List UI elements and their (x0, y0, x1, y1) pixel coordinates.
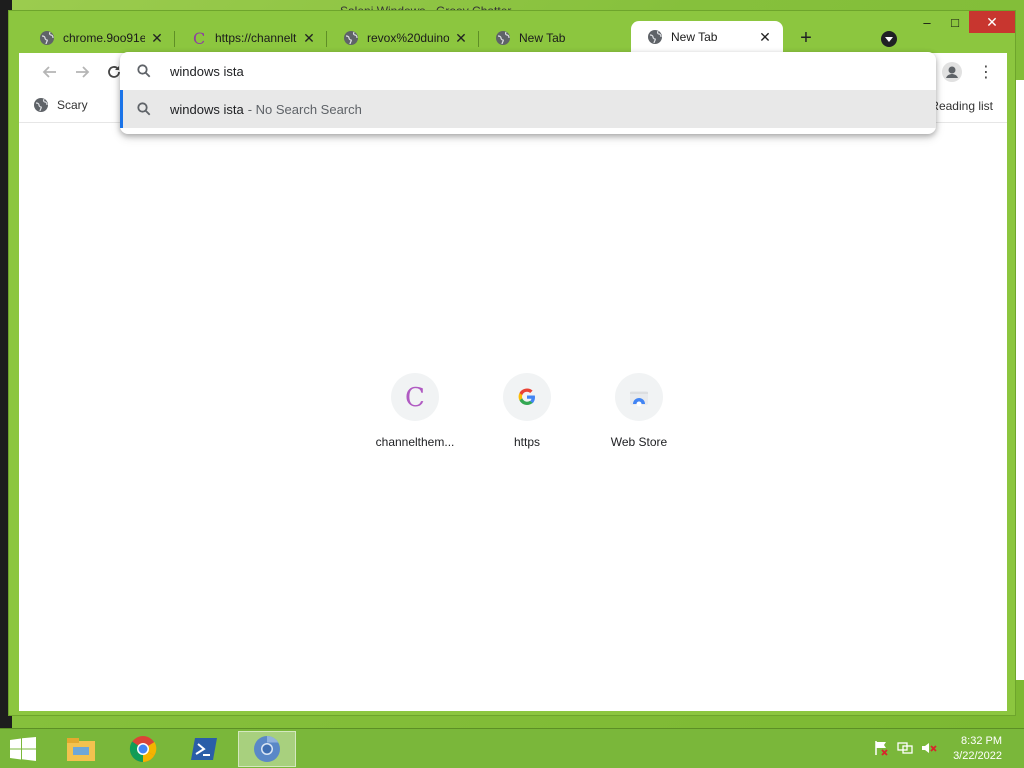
volume-muted-icon[interactable] (920, 739, 938, 757)
tab-close-icon[interactable]: ✕ (453, 30, 469, 47)
forward-arrow-icon[interactable] (71, 61, 93, 83)
globe-icon (495, 30, 511, 46)
channel-c-icon: C (391, 373, 439, 421)
shortcut-https[interactable]: https (471, 373, 583, 449)
suggestion-text: windows ista (170, 101, 244, 117)
new-tab-button[interactable]: + (791, 23, 821, 53)
taskbar: 8:32 PM 3/22/2022 (0, 728, 1024, 768)
shortcut-web-store[interactable]: Web Store (583, 373, 695, 449)
suggestion-subtext: - No Search Search (247, 101, 362, 117)
taskbar-clock[interactable]: 8:32 PM 3/22/2022 (953, 734, 1002, 764)
close-window-button[interactable]: ✕ (969, 11, 1015, 33)
globe-icon (343, 30, 359, 46)
reading-list-button[interactable]: Reading list (930, 99, 993, 113)
channel-c-icon: C (191, 30, 207, 46)
back-arrow-icon[interactable] (39, 61, 61, 83)
webstore-icon (615, 373, 663, 421)
network-icon[interactable] (896, 739, 914, 757)
chrome-icon[interactable] (114, 731, 172, 767)
tab-title: New Tab (671, 30, 718, 44)
windows-start-icon[interactable] (8, 737, 38, 761)
clock-time: 8:32 PM (961, 735, 1002, 747)
clock-date: 3/22/2022 (953, 750, 1002, 762)
maximize-button[interactable]: □ (941, 11, 969, 33)
shortcut-label: https (513, 435, 540, 449)
chromium-icon[interactable] (238, 731, 296, 767)
powershell-icon[interactable] (176, 731, 234, 767)
search-icon (136, 63, 152, 79)
tab-search-icon[interactable] (879, 29, 899, 49)
bookmark-label: Scary (57, 98, 88, 112)
action-center-flag-icon[interactable] (872, 739, 890, 757)
tab-title: revox%20duinocollective (367, 31, 449, 45)
omnibox-suggestion[interactable]: windows ista - No Search Search (120, 90, 936, 128)
globe-icon (39, 30, 55, 46)
system-tray (872, 739, 938, 757)
tab-title: chrome.9oo91e.com (63, 31, 145, 45)
tab-new-tab-active[interactable]: New Tab ✕ (631, 21, 783, 53)
shortcut-channelthemes[interactable]: C channelthem... (359, 373, 471, 449)
menu-icon[interactable]: ⋮ (975, 61, 997, 83)
tab-title: New Tab (519, 31, 566, 45)
svg-text:C: C (193, 30, 205, 46)
globe-icon (647, 29, 663, 45)
tab-new-tab[interactable]: New Tab (479, 23, 631, 53)
tab-title: https://channelthemes (215, 31, 297, 45)
tab-channelthemes[interactable]: C https://channelthemes ✕ (175, 23, 327, 53)
tab-chrome[interactable]: chrome.9oo91e.com ✕ (23, 23, 175, 53)
profile-icon[interactable] (941, 61, 963, 83)
omnibox-popup: windows ista - No Search Search (120, 52, 936, 134)
new-tab-page: C channelthem... https Web Store (19, 123, 1007, 711)
shortcut-label: channelthem... (375, 435, 455, 449)
tab-revox[interactable]: revox%20duinocollective ✕ (327, 23, 479, 53)
minimize-button[interactable]: – (913, 11, 941, 33)
shortcuts-grid: C channelthem... https Web Store (359, 373, 695, 449)
tab-strip: chrome.9oo91e.com ✕ C https://channelthe… (23, 21, 821, 53)
globe-icon (33, 97, 49, 113)
bookmark-scary[interactable]: Scary (33, 97, 88, 113)
omnibox-input[interactable] (170, 63, 770, 79)
file-explorer-icon[interactable] (52, 731, 110, 767)
search-icon (136, 101, 152, 117)
tab-close-icon[interactable]: ✕ (757, 29, 773, 46)
address-bar (120, 52, 936, 90)
svg-text:C: C (405, 383, 425, 411)
shortcut-label: Web Store (610, 435, 668, 449)
tab-close-icon[interactable]: ✕ (301, 30, 317, 47)
google-g-icon (503, 373, 551, 421)
window-controls: – □ ✕ (913, 11, 1015, 33)
tab-close-icon[interactable]: ✕ (149, 30, 165, 47)
